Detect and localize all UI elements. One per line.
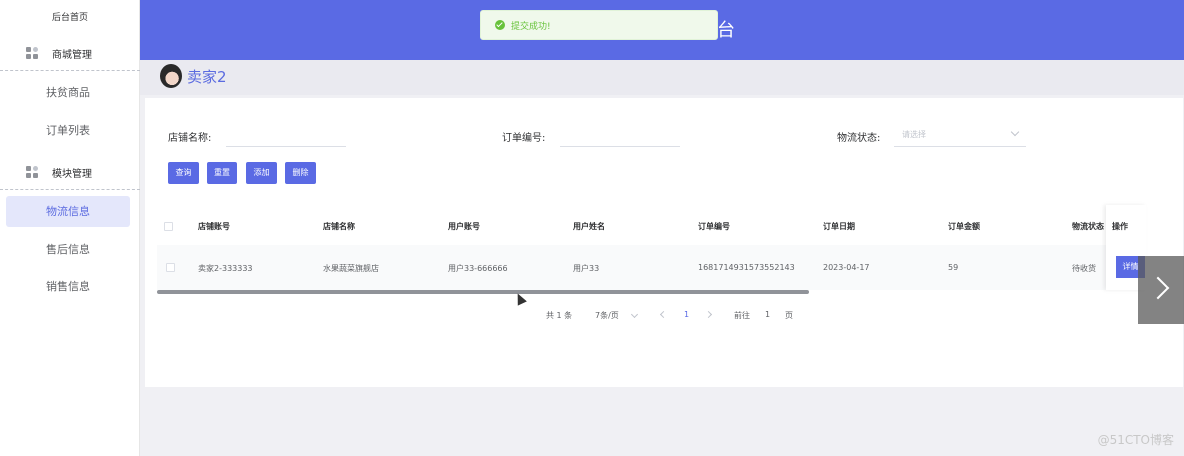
sidebar-item-sales[interactable]: 销售信息	[6, 271, 130, 302]
logistics-status-label: 物流状态:	[837, 133, 881, 144]
horizontal-scrollbar[interactable]	[157, 290, 809, 294]
sidebar-group-module[interactable]: 模块管理	[0, 156, 140, 190]
table-cell: 水果蔬菜旗舰店	[323, 264, 379, 273]
table-cell: 卖家2-333333	[198, 264, 253, 273]
logistics-status-placeholder: 请选择	[902, 130, 926, 139]
table-row[interactable]	[157, 245, 1107, 290]
column-header: 订单编号	[698, 222, 730, 231]
delete-button[interactable]: 删除	[285, 162, 316, 184]
sidebar-item-order-list[interactable]: 订单列表	[6, 115, 130, 146]
page-number-current[interactable]: 1	[684, 310, 689, 319]
table-cell: 2023-04-17	[823, 263, 870, 272]
sidebar-group-label: 模块管理	[52, 169, 92, 180]
success-toast: 提交成功!	[480, 10, 718, 40]
user-name: 卖家2	[187, 68, 227, 86]
goto-page-input[interactable]: 1	[765, 310, 770, 319]
reset-button[interactable]: 重置	[207, 162, 237, 184]
header-title: 台	[717, 20, 735, 41]
column-header: 用户账号	[448, 222, 480, 231]
sidebar-group-label: 商城管理	[52, 50, 92, 61]
sidebar: 后台首页 商城管理 扶贫商品 订单列表 模块管理 物流信息 售后信息 销售信息	[0, 0, 140, 456]
column-header: 物流状态	[1072, 222, 1104, 231]
order-no-input[interactable]	[560, 124, 680, 147]
user-bar: 卖家2	[140, 60, 1184, 95]
sidebar-item-poverty-products[interactable]: 扶贫商品	[6, 77, 130, 108]
order-no-label: 订单编号:	[502, 133, 546, 144]
page-unit-label: 页	[785, 311, 793, 320]
table-cell: 用户33	[573, 264, 600, 273]
check-circle-icon	[495, 20, 505, 30]
next-slide-button[interactable]	[1138, 256, 1184, 324]
add-button[interactable]: 添加	[246, 162, 277, 184]
grid-icon	[26, 165, 40, 180]
sidebar-item-home[interactable]: 后台首页	[0, 10, 140, 23]
avatar[interactable]	[160, 64, 182, 88]
watermark: @51CTO博客	[1097, 433, 1174, 447]
toast-message: 提交成功!	[511, 21, 551, 32]
select-all-checkbox[interactable]	[164, 222, 173, 231]
column-header: 用户姓名	[573, 222, 605, 231]
row-checkbox[interactable]	[166, 263, 175, 272]
grid-icon	[26, 46, 40, 61]
table-cell: 1681714931573552143	[698, 263, 795, 272]
page-size-select[interactable]: 7条/页	[595, 310, 619, 321]
chevron-right-icon	[1146, 276, 1170, 300]
column-header: 订单金额	[948, 222, 980, 231]
sidebar-item-logistics[interactable]: 物流信息	[6, 196, 130, 227]
table-cell: 用户33-666666	[448, 264, 508, 273]
shop-name-input[interactable]	[226, 124, 346, 147]
sidebar-group-mall[interactable]: 商城管理	[0, 37, 140, 71]
column-header: 操作	[1112, 222, 1128, 231]
column-header: 订单日期	[823, 222, 855, 231]
sidebar-item-after-sales[interactable]: 售后信息	[6, 234, 130, 265]
search-button[interactable]: 查询	[168, 162, 199, 184]
table-cell: 59	[948, 263, 959, 272]
goto-label: 前往	[734, 311, 750, 320]
pagination-total: 共 1 条	[546, 311, 573, 320]
table-cell: 待收货	[1072, 264, 1096, 273]
column-header: 店铺账号	[198, 222, 230, 231]
shop-name-label: 店铺名称:	[168, 133, 212, 144]
column-header: 店铺名称	[323, 222, 355, 231]
